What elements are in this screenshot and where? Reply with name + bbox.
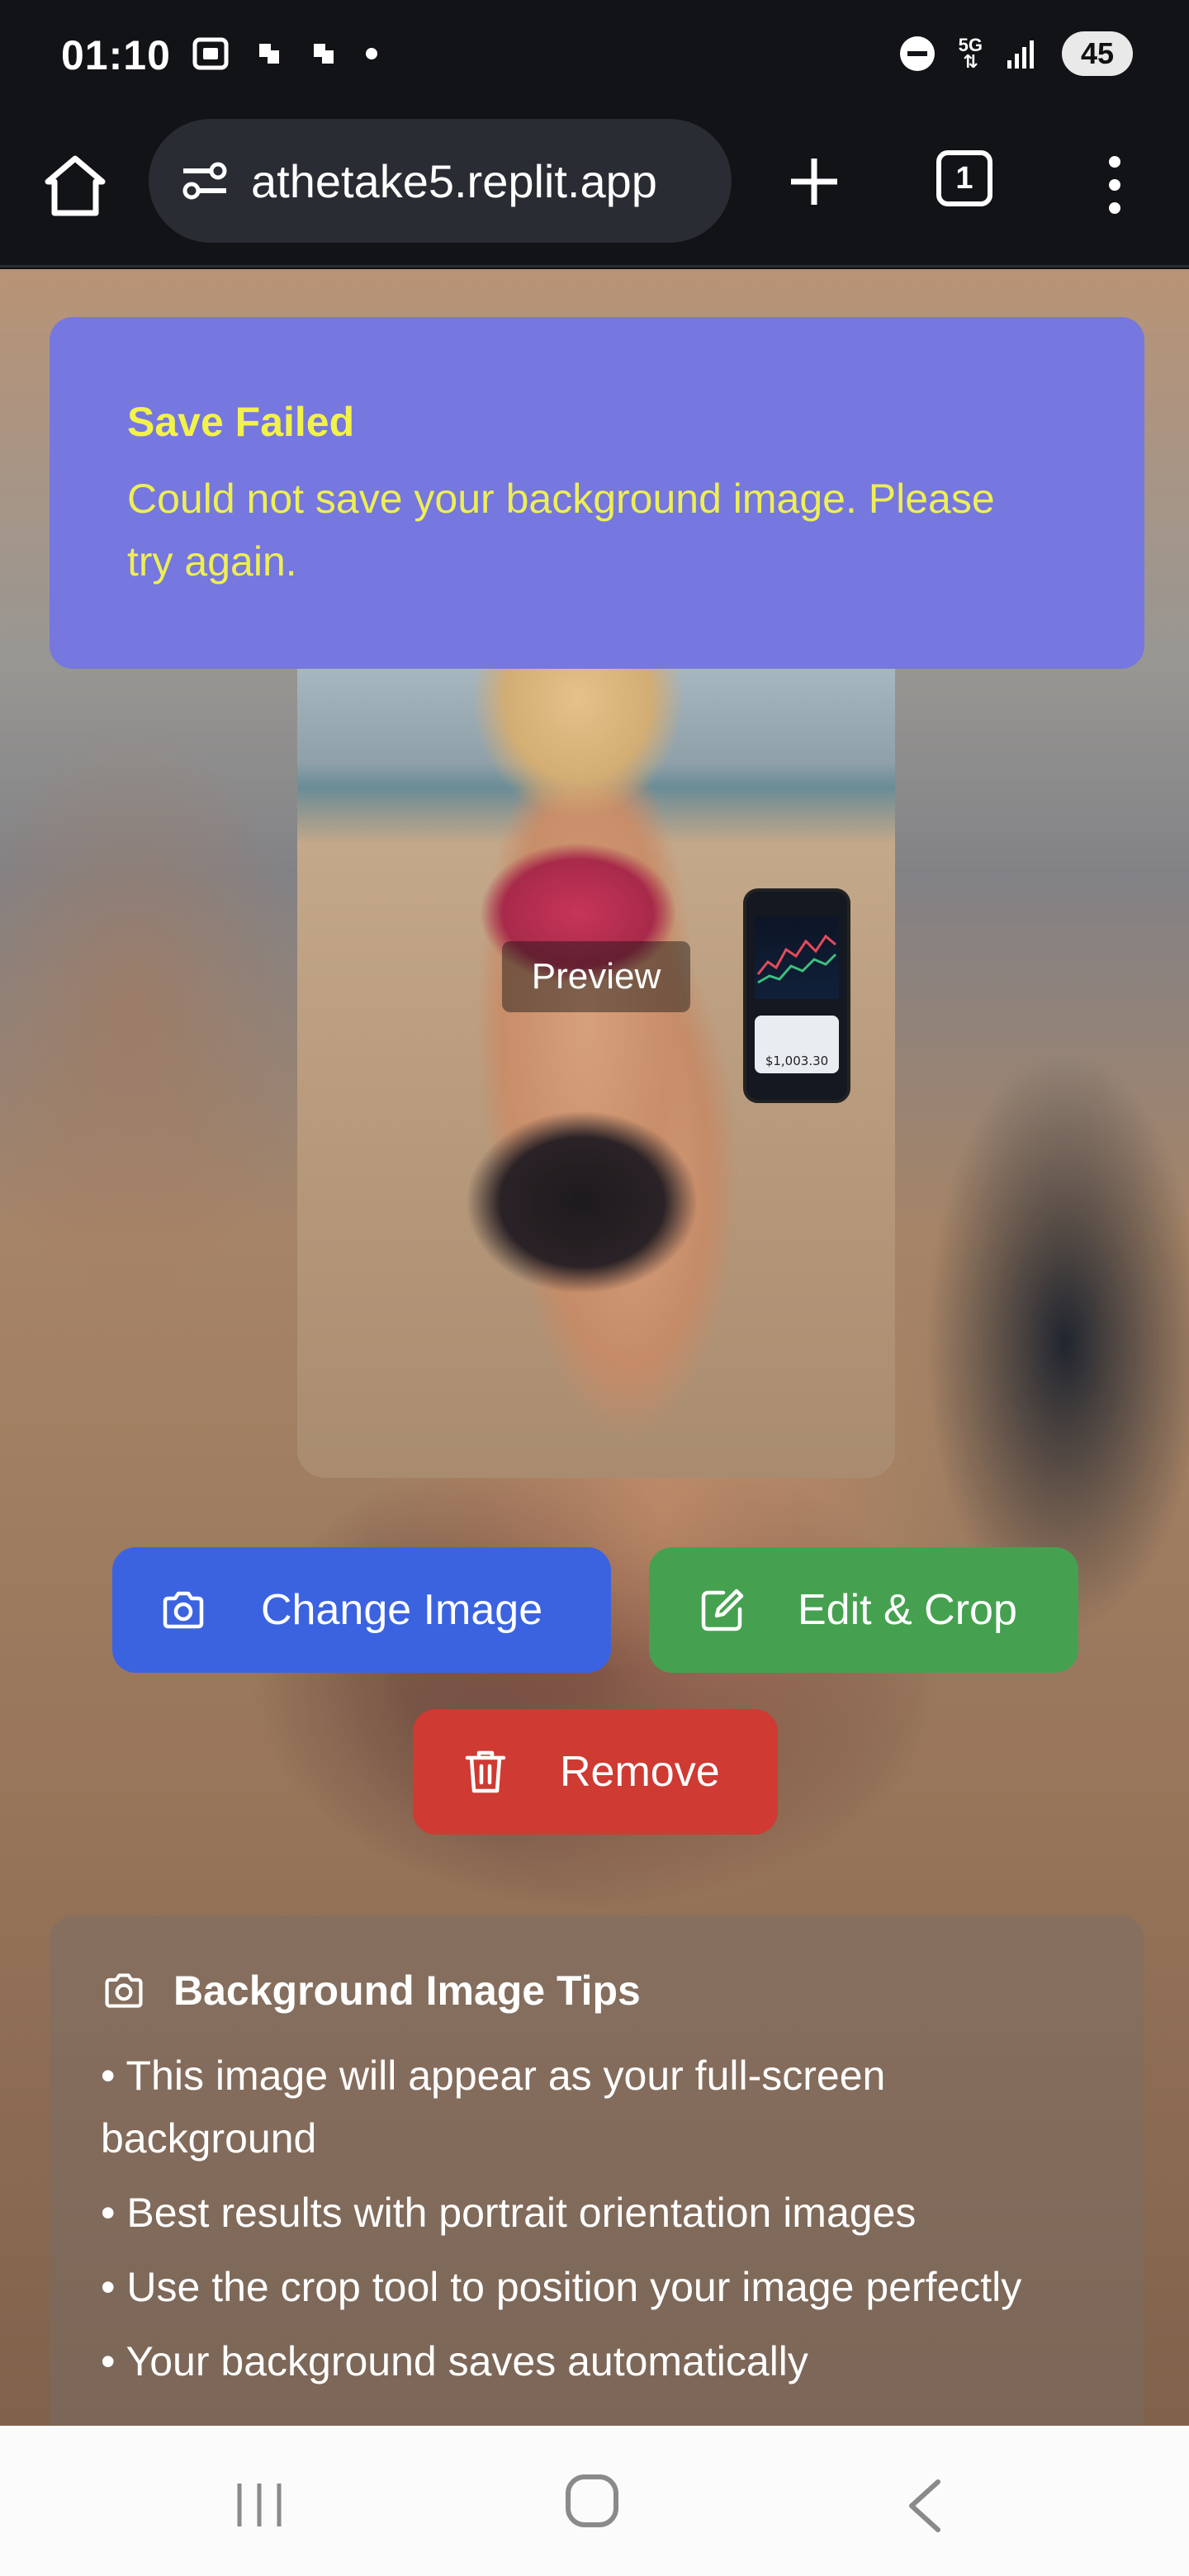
home-icon [45,155,106,216]
more-vert-icon [1109,156,1120,214]
edit-crop-button[interactable]: Edit & Crop [649,1547,1078,1673]
back-button[interactable] [905,2477,943,2539]
toast-title: Save Failed [127,399,355,445]
tip-item: • Your background saves automatically [101,2338,808,2384]
status-bar: 01:10 5G ⇅ 45 [0,0,1189,111]
tips-header: Background Image Tips [101,1967,1093,2015]
system-navigation-bar [0,2426,1189,2576]
signal-icon [1007,40,1034,69]
edit-icon [701,1589,744,1631]
plus-icon [791,159,837,205]
status-time: 01:10 [61,32,171,78]
tips-title: Background Image Tips [173,1968,641,2014]
background-settings-page: $1,003.30 Preview Save Failed Could not … [0,269,1189,2426]
do-not-disturb-icon [899,36,935,71]
tips-card: Background Image Tips • This image will … [50,1915,1144,2426]
recent-apps-icon [237,2484,282,2526]
status-notification-icons [192,35,380,73]
back-icon [909,2479,940,2532]
phone-chart [755,916,839,999]
browser-toolbar: athetake5.replit.app 1 [0,111,1189,268]
url-text: athetake5.replit.app [251,154,657,207]
battery-indicator: 45 [1062,31,1133,76]
tab-switcher-button[interactable]: 1 [936,150,996,210]
tip-item: • This image will appear as your full-sc… [101,2053,886,2162]
tips-list: • This image will appear as your full-sc… [101,2044,1093,2393]
recent-apps-button[interactable] [233,2480,286,2534]
home-button[interactable] [40,150,111,221]
notification-icon [314,44,334,64]
screenshot-icon [192,37,229,70]
tip-item: • Use the crop tool to position your ima… [101,2264,1022,2310]
phone-amount: $1,003.30 [755,1016,839,1073]
status-system-icons: 5G ⇅ 45 [898,31,1133,76]
preview-swimsuit-bottom [446,1111,718,1359]
toast-message: Could not save your background image. Pl… [127,476,995,585]
chart-line [756,934,837,984]
preview-label: Preview [502,941,690,1012]
error-toast[interactable]: Save Failed Could not save your backgrou… [50,317,1144,669]
notification-icon [259,44,279,64]
home-nav-icon [566,2474,618,2527]
browser-menu-button[interactable] [1098,152,1131,218]
home-nav-button[interactable] [563,2472,621,2534]
remove-button[interactable]: Remove [413,1709,778,1835]
change-image-button[interactable]: Change Image [112,1547,611,1673]
camera-icon [105,1973,143,2008]
tune-icon[interactable] [178,154,231,207]
change-image-label: Change Image [261,1586,543,1634]
preview-phone: $1,003.30 [743,888,850,1103]
camera-icon [163,1591,204,1629]
dot-icon [366,48,377,59]
address-bar[interactable]: athetake5.replit.app [149,119,732,243]
background-preview-image[interactable]: $1,003.30 Preview [297,665,895,1478]
tip-item: • Best results with portrait orientation… [101,2190,917,2236]
trash-icon [465,1750,506,1793]
new-tab-button[interactable] [781,149,847,215]
remove-label: Remove [560,1748,720,1796]
tab-count-icon: 1 [936,150,992,206]
network-type: 5G ⇅ [958,35,983,72]
edit-crop-label: Edit & Crop [798,1586,1017,1634]
